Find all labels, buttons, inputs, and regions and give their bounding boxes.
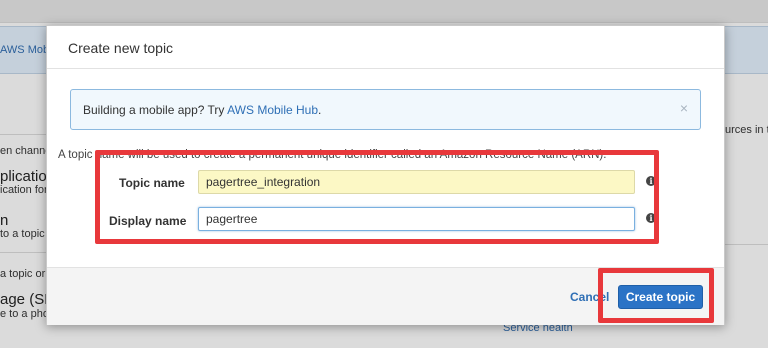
- close-icon[interactable]: ×: [680, 101, 688, 115]
- info-banner-text: Building a mobile app? Try AWS Mobile Hu…: [83, 103, 321, 117]
- mobile-hub-info-banner: Building a mobile app? Try AWS Mobile Hu…: [70, 89, 701, 130]
- create-button-highlight-box: [598, 268, 714, 323]
- dialog-header: Create new topic: [47, 26, 724, 69]
- info-banner-suffix: .: [318, 103, 322, 117]
- aws-mobile-hub-link[interactable]: AWS Mobile Hub: [227, 103, 318, 117]
- dialog-title: Create new topic: [68, 40, 174, 56]
- fields-highlight-box: [95, 150, 659, 244]
- info-banner-message: Building a mobile app? Try: [83, 103, 228, 117]
